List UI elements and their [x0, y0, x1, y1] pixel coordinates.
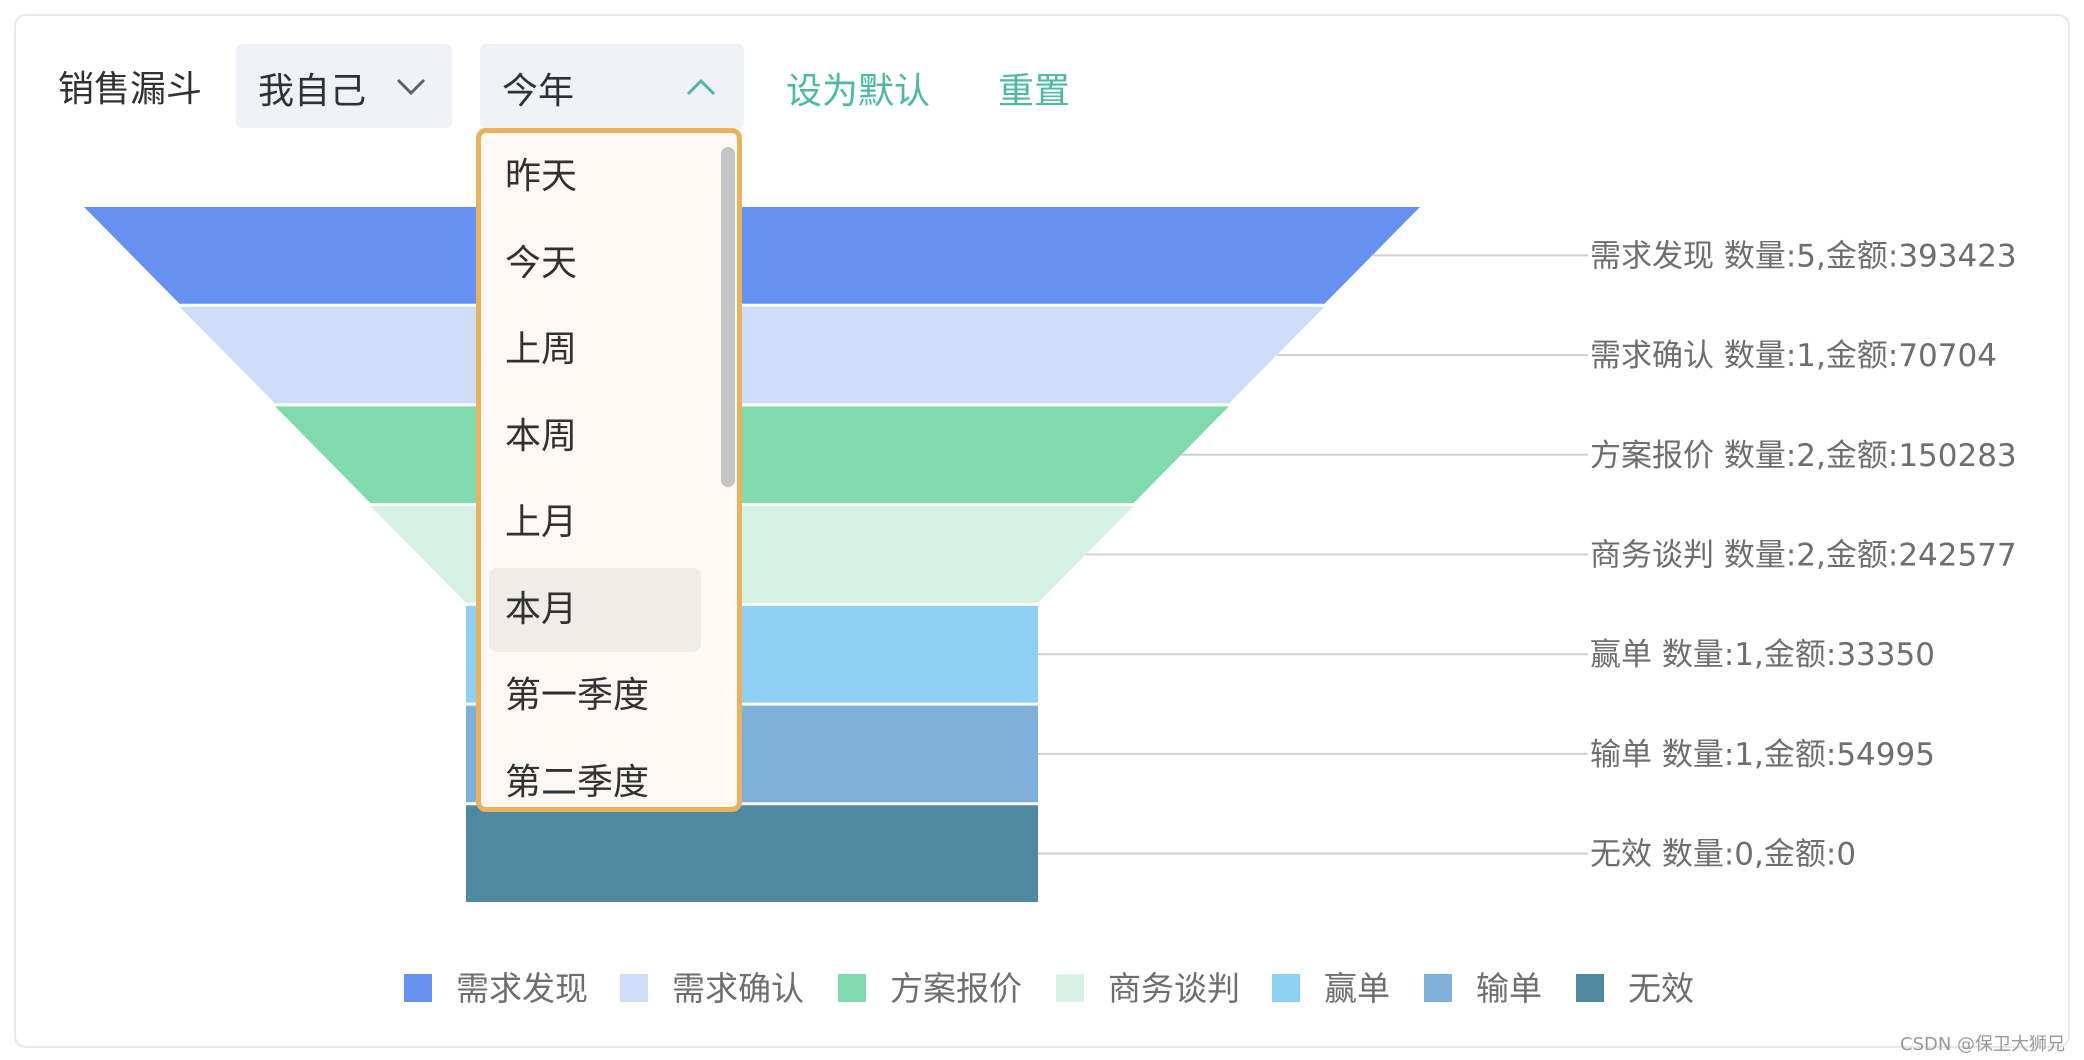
legend-swatch[interactable] [1272, 974, 1300, 1002]
funnel-segment[interactable] [179, 306, 1325, 404]
dropdown-item[interactable]: 昨天 [489, 135, 701, 219]
legend-swatch[interactable] [404, 974, 432, 1002]
legend-swatch[interactable] [838, 974, 866, 1002]
dropdown-item[interactable]: 今天 [489, 222, 701, 306]
legend-swatch[interactable] [1056, 974, 1084, 1002]
funnel-label: 商务谈判 数量:2,金额:242577 [1590, 538, 2017, 574]
legend-swatch[interactable] [1424, 974, 1452, 1002]
dropdown-item[interactable]: 本周 [489, 395, 701, 479]
dropdown-item[interactable]: 上周 [489, 308, 701, 392]
dropdown-item[interactable]: 上月 [489, 481, 701, 565]
legend-swatch[interactable] [620, 974, 648, 1002]
funnel-label: 赢单 数量:1,金额:33350 [1590, 637, 1935, 673]
funnel-label: 输单 数量:1,金额:54995 [1590, 737, 1935, 773]
legend-label[interactable]: 方案报价 [890, 969, 1022, 1008]
legend-label[interactable]: 需求确认 [672, 969, 804, 1008]
funnel-label: 需求发现 数量:5,金额:393423 [1590, 238, 2017, 274]
dropdown-scrollbar[interactable] [721, 147, 735, 487]
legend-label[interactable]: 赢单 [1324, 969, 1390, 1008]
funnel-label: 需求确认 数量:1,金额:70704 [1590, 338, 1997, 374]
watermark: CSDN @保卫大狮兄 [1900, 1034, 2066, 1055]
period-dropdown[interactable]: 昨天 今天 上周 本周 上月 本月 第一季度 第二季度 [476, 128, 742, 812]
legend-label[interactable]: 无效 [1628, 969, 1694, 1008]
funnel-chart: 需求发现 数量:5,金额:393423 需求确认 数量:1,金额:70704 方案报… [84, 207, 2017, 1008]
funnel-segment[interactable] [275, 406, 1229, 504]
funnel-segment[interactable] [466, 805, 1038, 902]
legend-label[interactable]: 需求发现 [456, 969, 588, 1008]
funnel-label: 方案报价 数量:2,金额:150283 [1590, 438, 2017, 474]
legend-label[interactable]: 商务谈判 [1108, 969, 1240, 1008]
legend-label[interactable]: 输单 [1476, 969, 1542, 1008]
funnel-segment[interactable] [84, 207, 1420, 304]
dropdown-item[interactable]: 本月 [489, 567, 701, 652]
dropdown-item[interactable]: 第一季度 [489, 654, 701, 738]
funnel-label: 无效 数量:0,金额:0 [1590, 837, 1856, 873]
dropdown-item[interactable]: 第二季度 [489, 741, 701, 808]
legend-swatch[interactable] [1576, 974, 1604, 1002]
